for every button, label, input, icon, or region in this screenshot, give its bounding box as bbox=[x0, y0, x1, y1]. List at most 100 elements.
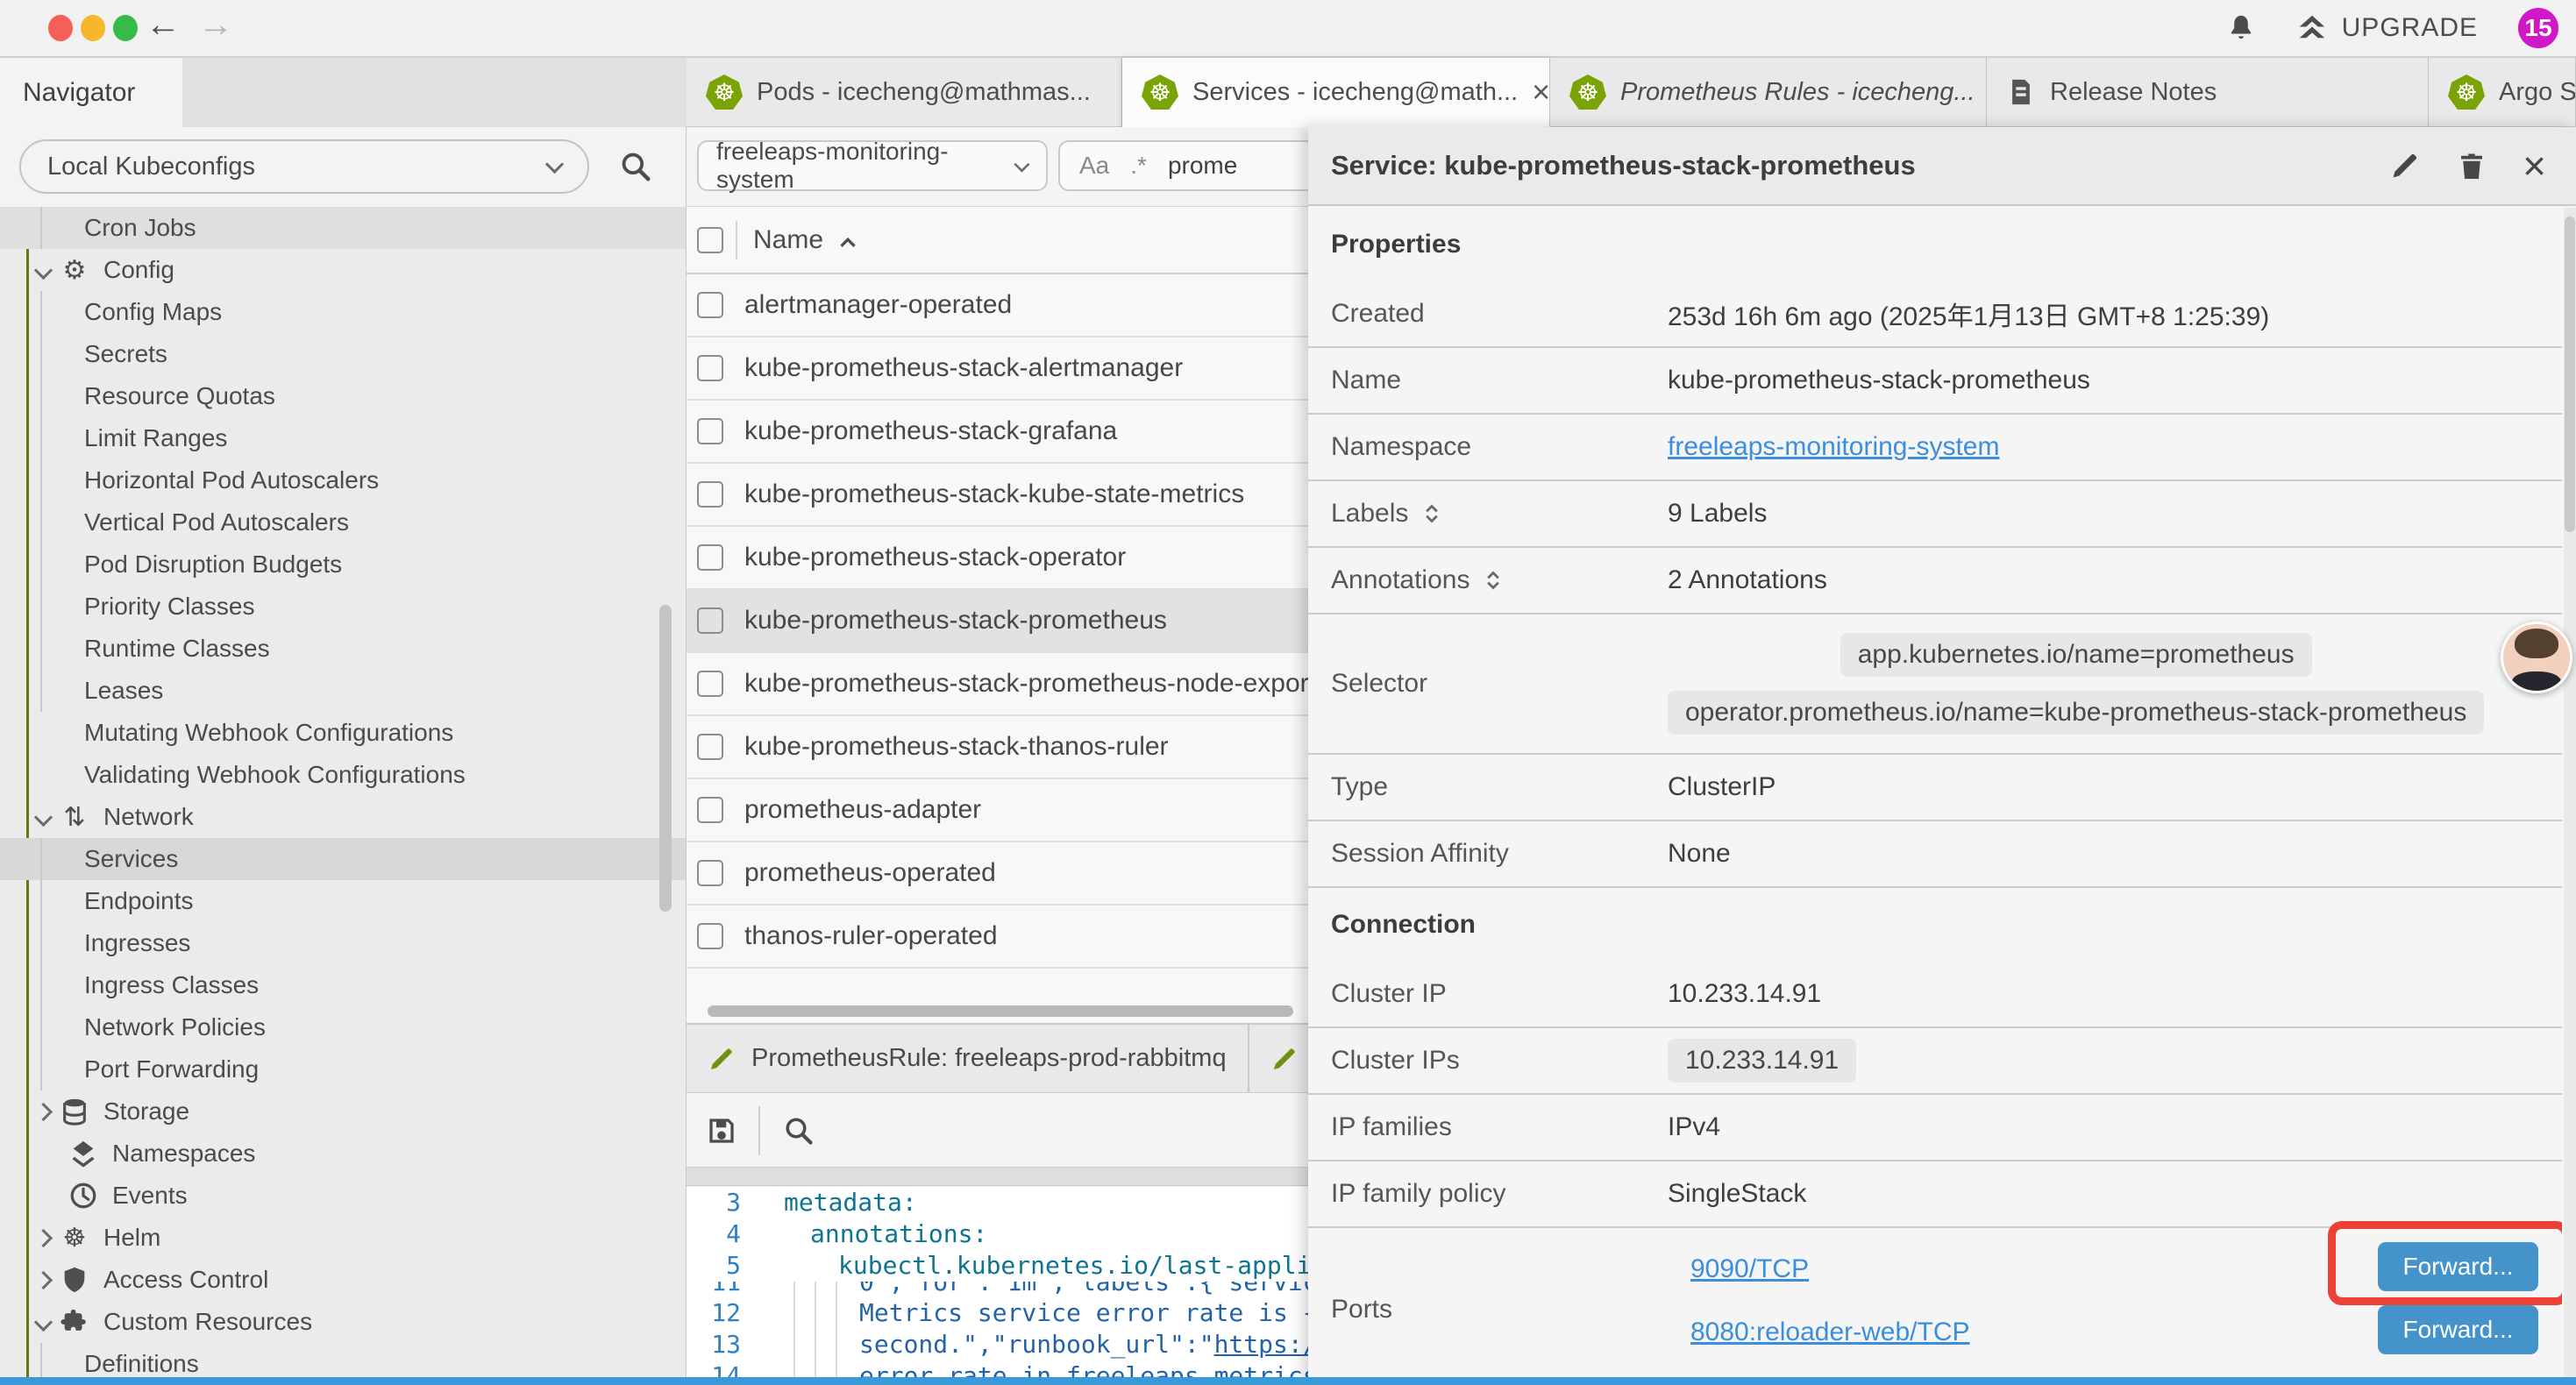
close-tab-icon[interactable]: × bbox=[1532, 76, 1550, 108]
sidebar-item-services[interactable]: Services bbox=[0, 838, 686, 880]
dock-resize-handle[interactable] bbox=[687, 1167, 1308, 1186]
sidebar-item-cron-jobs[interactable]: Cron Jobs bbox=[0, 207, 686, 249]
sidebar-item-vertical-pod-autoscalers[interactable]: Vertical Pod Autoscalers bbox=[0, 501, 686, 543]
row-checkbox[interactable] bbox=[697, 671, 723, 697]
table-row[interactable]: kube-prometheus-stack-prometheus bbox=[687, 590, 1308, 653]
row-checkbox[interactable] bbox=[697, 860, 723, 886]
sidebar-item-runtime-classes[interactable]: Runtime Classes bbox=[0, 628, 686, 670]
table-row[interactable]: kube-prometheus-stack-grafana bbox=[687, 401, 1308, 464]
sidebar-item-storage[interactable]: Storage bbox=[0, 1090, 686, 1133]
row-checkbox[interactable] bbox=[697, 734, 723, 760]
sidebar-item-network-policies[interactable]: Network Policies bbox=[0, 1006, 686, 1048]
table-row[interactable]: thanos-ruler-operated bbox=[687, 906, 1308, 969]
chevron-down-icon[interactable] bbox=[37, 811, 60, 824]
table-row[interactable]: kube-prometheus-stack-operator bbox=[687, 527, 1308, 590]
unfold-icon[interactable] bbox=[1482, 569, 1505, 592]
sidebar-item-pod-disruption-budgets[interactable]: Pod Disruption Budgets bbox=[0, 543, 686, 586]
tab-prometheus[interactable]: ☸Prometheus Rules - icecheng... bbox=[1550, 58, 1987, 127]
sidebar-item-validating-webhook-configurations[interactable]: Validating Webhook Configurations bbox=[0, 754, 686, 796]
tab-release[interactable]: Release Notes bbox=[1987, 58, 2429, 127]
port-link[interactable]: 9090/TCP bbox=[1690, 1254, 1809, 1284]
search-icon[interactable] bbox=[783, 1115, 815, 1147]
tab-pods[interactable]: ☸Pods - icecheng@mathmas... bbox=[687, 58, 1122, 127]
runbook-url-link[interactable]: https://net bbox=[1214, 1330, 1308, 1359]
tab-argo[interactable]: ☸Argo Se bbox=[2429, 58, 2576, 127]
sidebar-item-ingresses[interactable]: Ingresses bbox=[0, 922, 686, 964]
name-column-header[interactable]: Name bbox=[753, 225, 823, 255]
row-checkbox[interactable] bbox=[697, 292, 723, 318]
window-close-button[interactable] bbox=[48, 15, 73, 41]
detail-scrollbar[interactable] bbox=[2564, 208, 2576, 1385]
table-row[interactable]: prometheus-adapter bbox=[687, 779, 1308, 842]
table-row[interactable]: prometheus-operated bbox=[687, 842, 1308, 906]
sidebar-item-ingress-classes[interactable]: Ingress Classes bbox=[0, 964, 686, 1006]
row-checkbox[interactable] bbox=[697, 418, 723, 444]
sidebar-item-mutating-webhook-configurations[interactable]: Mutating Webhook Configurations bbox=[0, 712, 686, 754]
chevron-down-icon[interactable] bbox=[37, 264, 60, 277]
chevron-right-icon[interactable] bbox=[37, 1274, 60, 1287]
chevron-right-icon[interactable] bbox=[37, 1232, 60, 1245]
user-avatar[interactable] bbox=[2501, 621, 2572, 693]
sidebar-item-helm[interactable]: ☸Helm bbox=[0, 1217, 686, 1259]
match-case-toggle[interactable]: Aa bbox=[1079, 152, 1109, 180]
upgrade-button[interactable]: UPGRADE bbox=[2296, 12, 2478, 44]
notification-count-badge[interactable]: 15 bbox=[2518, 8, 2558, 48]
chevron-right-icon[interactable] bbox=[37, 1105, 60, 1119]
search-icon[interactable] bbox=[619, 150, 652, 183]
sidebar-item-access-control[interactable]: Access Control bbox=[0, 1259, 686, 1301]
yaml-editor[interactable]: 3metadata:4annotations:5kubectl.kubernet… bbox=[687, 1187, 1308, 1385]
sidebar-item-config[interactable]: ⚙Config bbox=[0, 249, 686, 291]
sort-ascending-icon[interactable] bbox=[837, 232, 858, 253]
table-row[interactable]: kube-prometheus-stack-prometheus-node-ex… bbox=[687, 653, 1308, 716]
horizontal-scrollbar[interactable] bbox=[708, 1005, 1293, 1017]
table-row[interactable]: kube-prometheus-stack-alertmanager bbox=[687, 337, 1308, 401]
editor-tab-prometheusrule[interactable]: PrometheusRule: freeleaps-prod-rabbitmq bbox=[687, 1025, 1249, 1092]
select-all-checkbox[interactable] bbox=[697, 227, 723, 253]
kubeconfig-select[interactable]: Local Kubeconfigs bbox=[19, 139, 589, 194]
row-checkbox[interactable] bbox=[697, 481, 723, 508]
row-checkbox[interactable] bbox=[697, 797, 723, 823]
sidebar-item-secrets[interactable]: Secrets bbox=[0, 333, 686, 375]
row-checkbox[interactable] bbox=[697, 923, 723, 949]
forward-arrow-icon[interactable]: → bbox=[198, 5, 233, 45]
table-row[interactable]: kube-prometheus-stack-thanos-ruler bbox=[687, 716, 1308, 779]
notifications-bell-icon[interactable] bbox=[2226, 13, 2256, 43]
sidebar-item-events[interactable]: Events bbox=[0, 1175, 686, 1217]
sidebar-item-resource-quotas[interactable]: Resource Quotas bbox=[0, 375, 686, 417]
tab-services[interactable]: ☸Services - icecheng@math...× bbox=[1122, 58, 1550, 127]
window-zoom-button[interactable] bbox=[113, 15, 138, 41]
sidebar-item-network[interactable]: ⇅Network bbox=[0, 796, 686, 838]
navigator-panel-tab[interactable]: Navigator bbox=[0, 58, 182, 127]
sidebar-item-config-maps[interactable]: Config Maps bbox=[0, 291, 686, 333]
chevron-down-icon[interactable] bbox=[37, 1316, 60, 1329]
sidebar-item-namespaces[interactable]: Namespaces bbox=[0, 1133, 686, 1175]
port-link[interactable]: 8080:reloader-web/TCP bbox=[1690, 1318, 1970, 1347]
detail-row-label: Created bbox=[1308, 281, 1668, 346]
edit-pencil-icon[interactable] bbox=[2389, 150, 2421, 181]
sidebar-item-priority-classes[interactable]: Priority Classes bbox=[0, 586, 686, 628]
row-checkbox[interactable] bbox=[697, 544, 723, 571]
delete-trash-icon[interactable] bbox=[2456, 150, 2487, 181]
regex-toggle[interactable]: .* bbox=[1130, 152, 1147, 180]
unfold-icon[interactable] bbox=[1420, 502, 1443, 525]
row-checkbox[interactable] bbox=[697, 607, 723, 634]
namespace-link[interactable]: freeleaps-monitoring-system bbox=[1668, 432, 1999, 462]
window-minimize-button[interactable] bbox=[81, 15, 105, 41]
close-panel-icon[interactable]: × bbox=[2523, 146, 2546, 186]
table-row[interactable]: kube-prometheus-stack-kube-state-metrics bbox=[687, 464, 1308, 527]
port-forward-button[interactable]: Forward... bbox=[2378, 1305, 2538, 1354]
table-row[interactable]: alertmanager-operated bbox=[687, 274, 1308, 337]
sidebar-item-custom-resources[interactable]: Custom Resources bbox=[0, 1301, 686, 1343]
sidebar-item-limit-ranges[interactable]: Limit Ranges bbox=[0, 417, 686, 459]
sidebar-item-horizontal-pod-autoscalers[interactable]: Horizontal Pod Autoscalers bbox=[0, 459, 686, 501]
row-checkbox[interactable] bbox=[697, 355, 723, 381]
save-icon[interactable] bbox=[706, 1115, 737, 1147]
sidebar-scrollbar[interactable] bbox=[659, 605, 672, 912]
namespace-filter-select[interactable]: freeleaps-monitoring-system bbox=[697, 140, 1048, 191]
list-search-input[interactable]: Aa .* prome bbox=[1058, 140, 1308, 191]
sidebar-item-port-forwarding[interactable]: Port Forwarding bbox=[0, 1048, 686, 1090]
sidebar-item-endpoints[interactable]: Endpoints bbox=[0, 880, 686, 922]
sidebar-item-leases[interactable]: Leases bbox=[0, 670, 686, 712]
editor-tab-partial[interactable] bbox=[1249, 1025, 1308, 1092]
back-arrow-icon[interactable]: ← bbox=[146, 5, 181, 45]
